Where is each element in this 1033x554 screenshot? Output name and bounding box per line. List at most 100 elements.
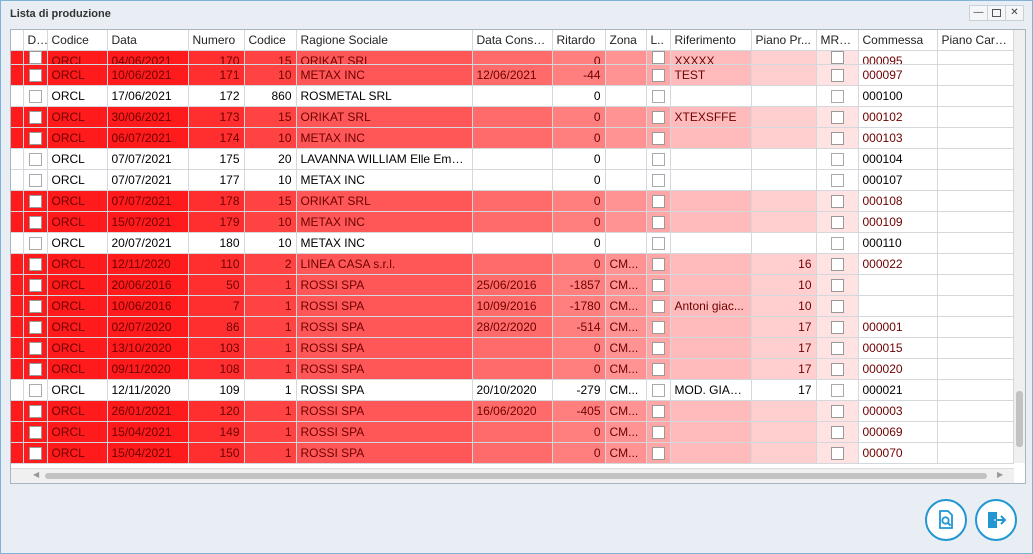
cell-d-checkbox[interactable] [23, 127, 48, 149]
table-row[interactable]: ORCL 09/11/2020 108 1 ROSSI SPA 0 CM... 17 00002… [11, 358, 1014, 380]
col-header-numero[interactable]: Numero [188, 30, 245, 51]
row-checkbox[interactable] [28, 279, 42, 293]
cell-l-checkbox[interactable] [646, 379, 671, 401]
table-row[interactable]: ORCL 12/11/2020 109 1 ROSSI SPA 20/10/2020 -27… [11, 379, 1014, 401]
row-checkbox[interactable] [830, 384, 844, 398]
scroll-left-arrow-icon[interactable]: ◀ [33, 470, 39, 479]
row-checkbox[interactable] [830, 426, 844, 440]
cell-d-checkbox[interactable] [23, 64, 48, 86]
row-checkbox[interactable] [28, 405, 42, 419]
table-row[interactable]: ORCL 20/06/2016 50 1 ROSSI SPA 25/06/2016 -185… [11, 274, 1014, 296]
cell-mrp-checkbox[interactable] [816, 50, 859, 65]
cell-mrp-checkbox[interactable] [816, 274, 859, 296]
row-checkbox[interactable] [651, 279, 665, 293]
table-row[interactable]: ORCL 26/01/2021 120 1 ROSSI SPA 16/06/2020 -40… [11, 400, 1014, 422]
cell-l-checkbox[interactable] [646, 253, 671, 275]
row-checkbox[interactable] [28, 51, 42, 64]
cell-mrp-checkbox[interactable] [816, 64, 859, 86]
row-indicator[interactable] [11, 421, 24, 443]
row-indicator[interactable] [11, 295, 24, 317]
cell-l-checkbox[interactable] [646, 148, 671, 170]
cell-mrp-checkbox[interactable] [816, 190, 859, 212]
row-checkbox[interactable] [651, 111, 665, 125]
table-row[interactable]: ORCL 20/07/2021 180 10 METAX INC 0 000110 [11, 232, 1014, 254]
cell-mrp-checkbox[interactable] [816, 337, 859, 359]
row-checkbox[interactable] [651, 216, 665, 230]
row-checkbox[interactable] [28, 216, 42, 230]
table-row[interactable]: ORCL 07/07/2021 178 15 ORIKAT SRL 0 000108 [11, 190, 1014, 212]
cell-mrp-checkbox[interactable] [816, 379, 859, 401]
cell-d-checkbox[interactable] [23, 379, 48, 401]
cell-mrp-checkbox[interactable] [816, 127, 859, 149]
row-checkbox[interactable] [651, 132, 665, 146]
cell-l-checkbox[interactable] [646, 442, 671, 464]
table-row[interactable]: ORCL 07/07/2021 177 10 METAX INC 0 000107 [11, 169, 1014, 191]
cell-d-checkbox[interactable] [23, 106, 48, 128]
row-indicator[interactable] [11, 274, 24, 296]
table-row[interactable]: ORCL 02/07/2020 86 1 ROSSI SPA 28/02/2020 -514… [11, 316, 1014, 338]
cell-l-checkbox[interactable] [646, 295, 671, 317]
row-checkbox[interactable] [28, 111, 42, 125]
row-indicator[interactable] [11, 50, 24, 65]
cell-l-checkbox[interactable] [646, 50, 671, 65]
cell-d-checkbox[interactable] [23, 400, 48, 422]
scroll-right-arrow-icon[interactable]: ▶ [997, 470, 1003, 479]
row-checkbox[interactable] [830, 258, 844, 272]
row-indicator[interactable] [11, 64, 24, 86]
row-indicator[interactable] [11, 190, 24, 212]
row-indicator[interactable] [11, 442, 24, 464]
row-checkbox[interactable] [28, 195, 42, 209]
exit-button[interactable] [975, 499, 1017, 541]
row-checkbox[interactable] [830, 90, 844, 104]
col-header-commessa[interactable]: Commessa [858, 30, 938, 51]
row-checkbox[interactable] [28, 153, 42, 167]
row-checkbox[interactable] [28, 342, 42, 356]
table-row[interactable]: ORCL 15/07/2021 179 10 METAX INC 0 000109 [11, 211, 1014, 233]
cell-d-checkbox[interactable] [23, 50, 48, 65]
table-row[interactable]: ORCL 17/06/2021 172 860 ROSMETAL SRL 0 000100 [11, 85, 1014, 107]
col-header-codice-2[interactable]: Codice [244, 30, 297, 51]
minimize-button[interactable]: — [970, 6, 988, 20]
row-checkbox[interactable] [28, 237, 42, 251]
cell-d-checkbox[interactable] [23, 85, 48, 107]
cell-d-checkbox[interactable] [23, 295, 48, 317]
close-button[interactable]: ✕ [1006, 6, 1023, 20]
row-indicator[interactable] [11, 316, 24, 338]
cell-d-checkbox[interactable] [23, 274, 48, 296]
row-checkbox[interactable] [651, 342, 665, 356]
cell-mrp-checkbox[interactable] [816, 295, 859, 317]
cell-l-checkbox[interactable] [646, 274, 671, 296]
cell-mrp-checkbox[interactable] [816, 253, 859, 275]
cell-d-checkbox[interactable] [23, 358, 48, 380]
row-checkbox[interactable] [830, 195, 844, 209]
table-row[interactable]: ORCL 04/06/2021 170 15 ORIKAT SRL 0 XXXXX 00009… [11, 50, 1014, 65]
row-checkbox[interactable] [651, 90, 665, 104]
col-header-zona[interactable]: Zona [605, 30, 647, 51]
row-checkbox[interactable] [28, 321, 42, 335]
table-row[interactable]: ORCL 07/07/2021 175 20 LAVANNA WILLIAM Elle … [11, 148, 1014, 170]
row-checkbox[interactable] [830, 174, 844, 188]
vertical-scroll-thumb[interactable] [1016, 391, 1023, 447]
table-row[interactable]: ORCL 15/04/2021 149 1 ROSSI SPA 0 CM... 000069 [11, 421, 1014, 443]
cell-d-checkbox[interactable] [23, 190, 48, 212]
cell-mrp-checkbox[interactable] [816, 106, 859, 128]
row-checkbox[interactable] [830, 363, 844, 377]
row-indicator[interactable] [11, 127, 24, 149]
row-checkbox[interactable] [651, 174, 665, 188]
row-indicator[interactable] [11, 337, 24, 359]
row-checkbox[interactable] [651, 363, 665, 377]
row-checkbox[interactable] [830, 321, 844, 335]
row-checkbox[interactable] [830, 279, 844, 293]
cell-mrp-checkbox[interactable] [816, 442, 859, 464]
row-checkbox[interactable] [28, 426, 42, 440]
horizontal-scrollbar[interactable]: ◀ ▶ [11, 468, 1014, 483]
row-checkbox[interactable] [830, 342, 844, 356]
row-checkbox[interactable] [651, 153, 665, 167]
cell-d-checkbox[interactable] [23, 148, 48, 170]
row-indicator[interactable] [11, 400, 24, 422]
row-checkbox[interactable] [651, 69, 665, 83]
col-header-codice[interactable]: Codice [47, 30, 108, 51]
vertical-scrollbar[interactable] [1014, 30, 1025, 463]
row-checkbox[interactable] [651, 237, 665, 251]
row-indicator[interactable] [11, 148, 24, 170]
